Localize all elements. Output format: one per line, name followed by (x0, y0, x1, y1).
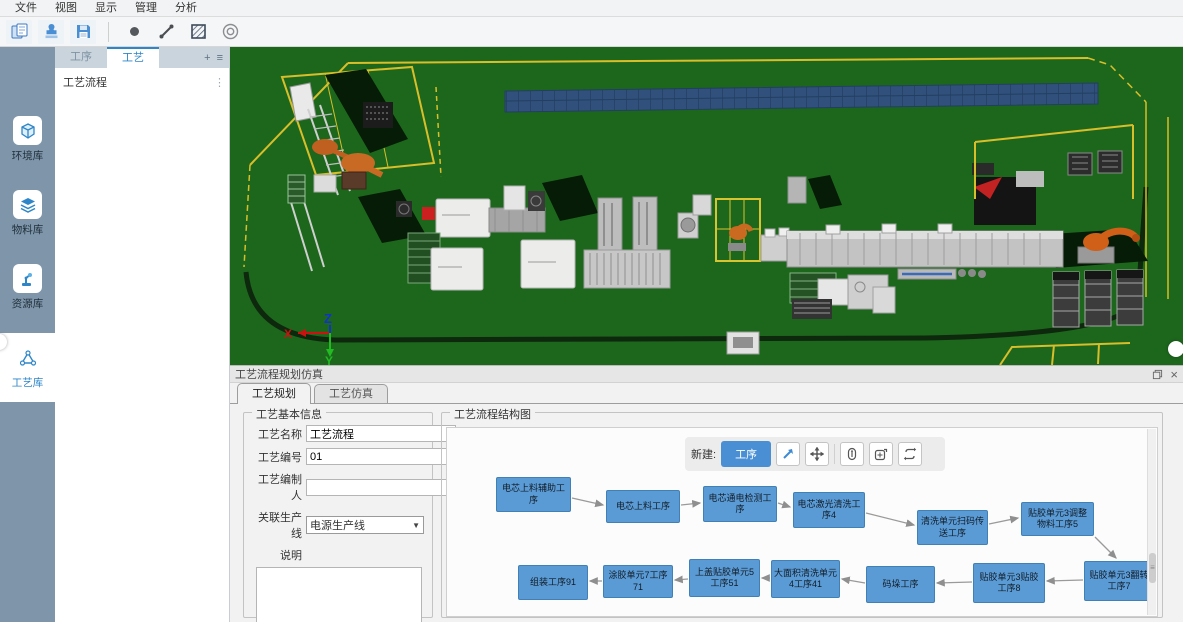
production-line-select[interactable]: 电源生产线 ▼ (306, 516, 424, 534)
robot-arm-icon (13, 264, 42, 293)
process-planning-panel: 工艺流程规划仿真 × 工艺规划 工艺仿真 工艺基本信息 工艺名称 (230, 365, 1183, 622)
panel-tabs: 工艺规划 工艺仿真 (230, 383, 1183, 404)
toolbar-separator (108, 22, 109, 42)
main-area: 环境库 物料库 资源库 工艺库 (0, 47, 1183, 622)
menu-manage[interactable]: 管理 (126, 0, 166, 17)
hatch-area-icon[interactable] (185, 20, 211, 44)
menu-file[interactable]: 文件 (6, 0, 46, 17)
menu-analyze[interactable]: 分析 (166, 0, 206, 17)
group-title: 工艺基本信息 (252, 406, 326, 422)
svg-text:Y: Y (325, 354, 333, 365)
library-tabs: 工序 工艺 + ≡ (55, 47, 229, 68)
process-info-group: 工艺基本信息 工艺名称 工艺编号 工艺编制人 (243, 412, 433, 618)
line-tool-icon[interactable] (153, 20, 179, 44)
swap-vertical-icon[interactable] (840, 442, 864, 466)
flow-node[interactable]: 码垛工序 (866, 566, 935, 603)
menu-bar: 文件 视图 显示 管理 分析 (0, 0, 1183, 17)
production-line-label: 关联生产线 (248, 509, 306, 541)
flow-node[interactable]: 贴胶单元3调整物料工序5 (1021, 502, 1094, 536)
library-panel: 工序 工艺 + ≡ 工艺流程 ⋮ (55, 47, 230, 622)
scrollbar-thumb[interactable] (1149, 553, 1156, 583)
selected-line-value: 电源生产线 (310, 517, 365, 533)
process-code-input[interactable] (306, 448, 456, 465)
group-title: 工艺流程结构图 (450, 406, 535, 422)
flow-scrollbar[interactable] (1147, 429, 1156, 615)
point-tool-icon[interactable] (121, 20, 147, 44)
rail-item-process[interactable]: 工艺库 (0, 333, 55, 402)
flow-node[interactable]: 电芯上料辅助工序 (496, 477, 571, 512)
flow-structure-group: 工艺流程结构图 新建: 工序 (441, 412, 1163, 618)
flow-node[interactable]: 清洗单元扫码传送工序 (917, 510, 988, 545)
chevron-down-icon: ▼ (412, 521, 420, 530)
main-toolbar (0, 17, 1183, 47)
flow-node[interactable]: 电芯上料工序 (606, 490, 680, 523)
process-code-label: 工艺编号 (248, 449, 306, 465)
rail-label: 工艺库 (12, 375, 44, 390)
rail-item-environment[interactable]: 环境库 (0, 111, 55, 169)
rail-item-resource[interactable]: 资源库 (0, 259, 55, 317)
cube-icon (13, 116, 42, 145)
close-icon[interactable]: × (1170, 368, 1178, 381)
menu-display[interactable]: 显示 (86, 0, 126, 17)
flow-node[interactable]: 大面积清洗单元4工序41 (771, 560, 840, 598)
right-column: X Z Y 工艺流程规划仿真 × (230, 47, 1183, 622)
process-flow-icon (13, 343, 42, 372)
add-icon[interactable]: + (204, 52, 210, 64)
flow-chart-canvas[interactable]: 新建: 工序 (446, 427, 1158, 617)
flow-node[interactable]: 贴胶单元3翻转工序7 (1084, 561, 1154, 601)
process-editor-label: 工艺编制人 (248, 471, 306, 503)
tree-item-process-flow[interactable]: 工艺流程 ⋮ (55, 68, 229, 96)
target-ring-icon[interactable] (217, 20, 243, 44)
more-options-icon[interactable]: ⋮ (214, 76, 225, 89)
float-icon[interactable] (1152, 369, 1163, 380)
drag-node-icon[interactable] (869, 442, 893, 466)
tab-process-planning[interactable]: 工艺规划 (237, 383, 311, 404)
panel-title-bar: 工艺流程规划仿真 × (230, 366, 1183, 383)
stamp-icon[interactable] (38, 20, 64, 44)
flow-node[interactable]: 电芯激光清洗工序4 (793, 492, 865, 528)
process-editor-input[interactable] (306, 479, 456, 496)
menu-view[interactable]: 视图 (46, 0, 86, 17)
panel-content: 工艺基本信息 工艺名称 工艺编号 工艺编制人 (230, 404, 1183, 622)
flow-node[interactable]: 上盖贴胶单元5工序51 (689, 559, 760, 597)
tree-item-label: 工艺流程 (63, 74, 107, 90)
flow-node[interactable]: 电芯通电检测工序 (703, 486, 777, 522)
tab-process-simulation[interactable]: 工艺仿真 (314, 384, 388, 403)
open-project-icon[interactable] (6, 20, 32, 44)
flow-toolbar-separator (834, 444, 835, 464)
layers-icon (13, 190, 42, 219)
move-icon[interactable] (805, 442, 829, 466)
panel-collapse-handle-right[interactable] (1168, 341, 1183, 357)
flow-node[interactable]: 贴胶单元3贴胶工序8 (973, 563, 1045, 603)
viewport-3d[interactable]: X Z Y (230, 47, 1183, 365)
flow-node[interactable]: 组装工序91 (518, 565, 588, 600)
rail-item-material[interactable]: 物料库 (0, 185, 55, 243)
description-label: 说明 (248, 547, 306, 563)
flow-node[interactable]: 涂胶单元7工序71 (603, 565, 673, 598)
menu-icon[interactable]: ≡ (217, 52, 223, 64)
svg-text:Z: Z (324, 311, 332, 326)
rail-label: 资源库 (12, 296, 44, 311)
library-rail: 环境库 物料库 资源库 工艺库 (0, 47, 55, 622)
panel-title: 工艺流程规划仿真 (235, 366, 323, 382)
svg-text:X: X (284, 327, 292, 341)
new-step-button[interactable]: 工序 (721, 441, 771, 467)
process-name-label: 工艺名称 (248, 426, 306, 442)
save-icon[interactable] (70, 20, 96, 44)
flow-toolbar: 新建: 工序 (685, 437, 945, 471)
connect-arrow-icon[interactable] (776, 442, 800, 466)
process-name-input[interactable] (306, 425, 456, 442)
loop-icon[interactable] (898, 442, 922, 466)
rail-label: 环境库 (12, 148, 44, 163)
tab-process[interactable]: 工艺 (107, 47, 159, 68)
rail-label: 物料库 (12, 222, 44, 237)
new-label: 新建: (691, 446, 716, 462)
app-window: 文件 视图 显示 管理 分析 (0, 0, 1183, 622)
tab-process-step[interactable]: 工序 (55, 47, 107, 68)
description-textarea[interactable] (256, 567, 422, 622)
